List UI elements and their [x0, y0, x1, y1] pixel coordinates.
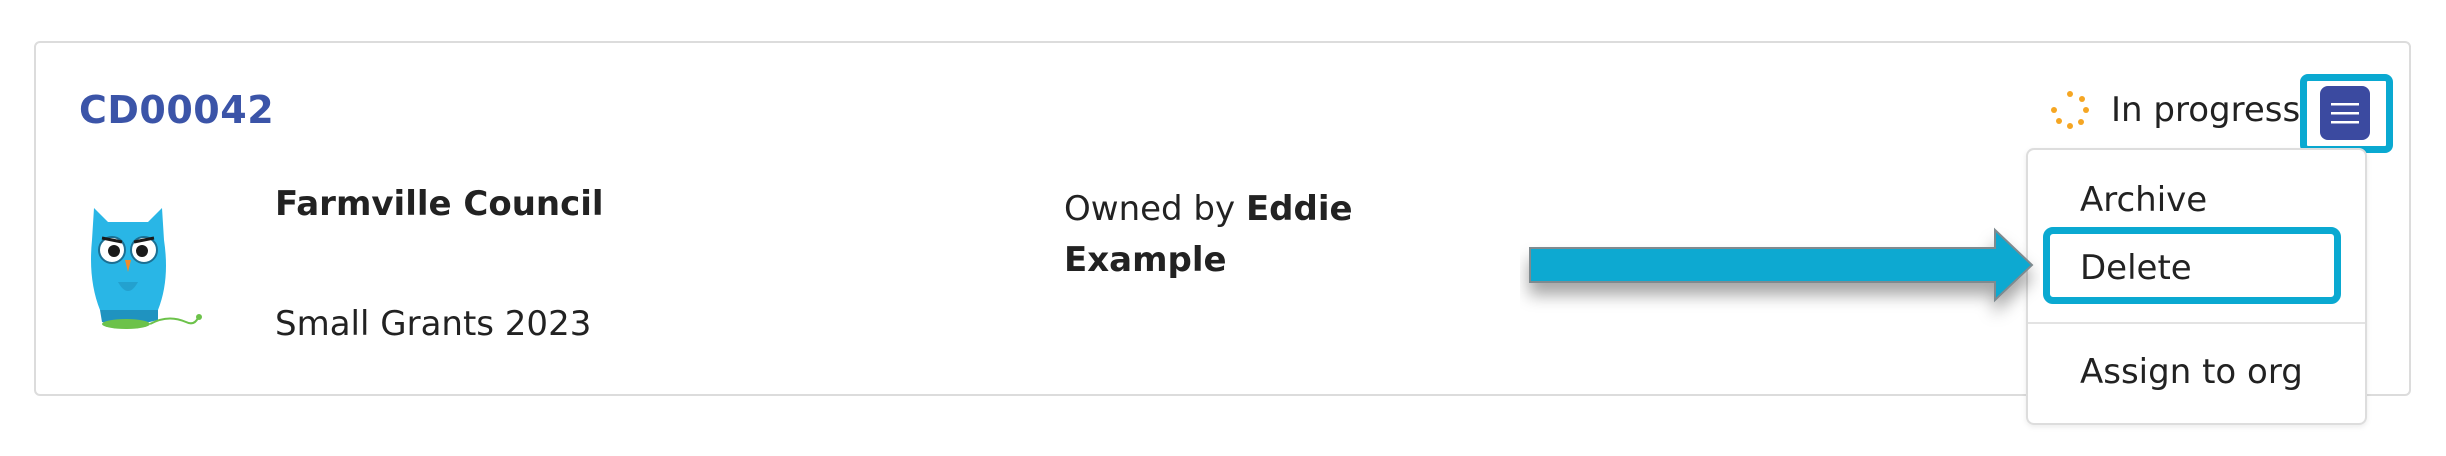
status-label: In progress	[2111, 90, 2301, 130]
menu-divider	[2028, 322, 2365, 324]
in-progress-spinner-icon	[2051, 91, 2089, 129]
grant-round-name: Small Grants 2023	[275, 304, 592, 344]
menu-item-assign-to-org[interactable]: Assign to org	[2080, 352, 2303, 392]
menu-item-archive[interactable]: Archive	[2080, 180, 2207, 220]
owner-prefix: Owned by	[1064, 189, 1236, 229]
owl-logo-icon	[91, 208, 202, 329]
organisation-name: Farmville Council	[275, 184, 604, 224]
delete-item-highlight	[2043, 227, 2341, 304]
menu-button-highlight	[2300, 74, 2393, 153]
application-id[interactable]: CD00042	[79, 88, 274, 132]
owner-info: Owned by Eddie Example	[1064, 184, 1424, 286]
pointer-arrow-icon	[1529, 227, 2034, 303]
